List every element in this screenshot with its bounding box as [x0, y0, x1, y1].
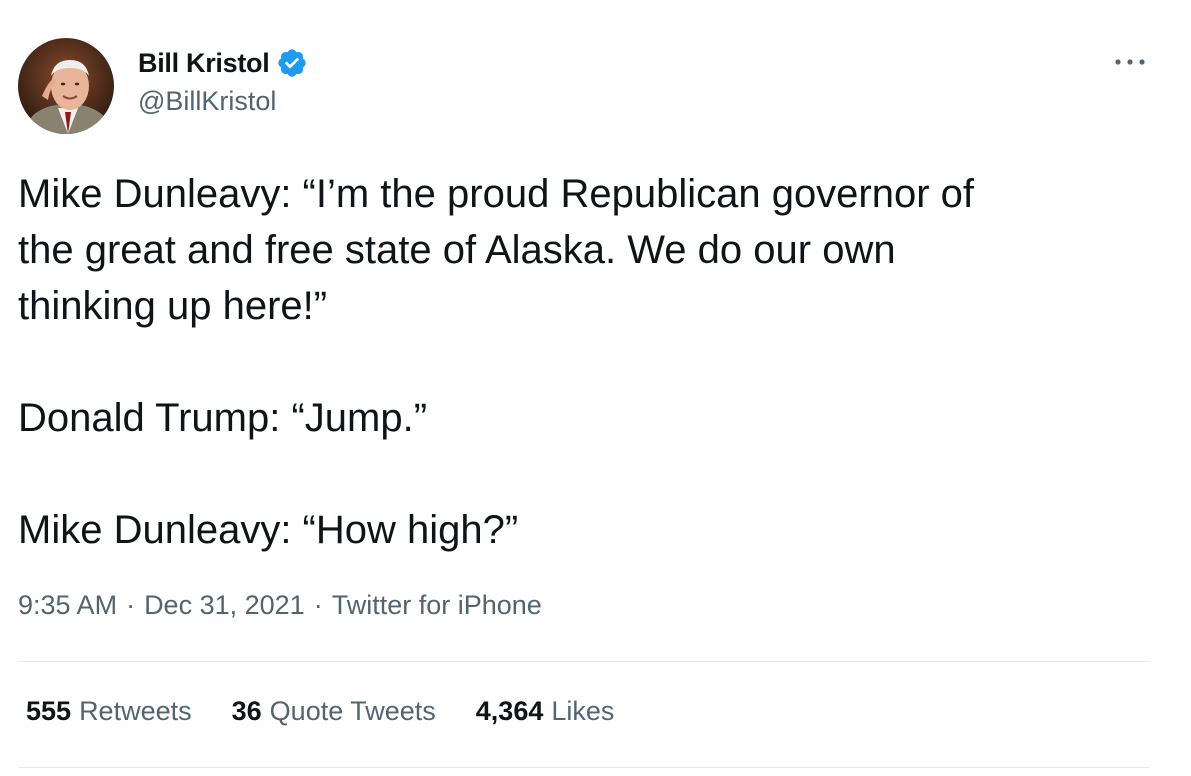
author-avatar[interactable] [18, 38, 114, 134]
quote-tweets-stat[interactable]: 36 Quote Tweets [232, 696, 436, 727]
divider [18, 661, 1150, 662]
tweet-paragraph: Donald Trump: “Jump.” [18, 396, 428, 440]
likes-stat[interactable]: 4,364 Likes [476, 696, 615, 727]
tweet-card: Bill Kristol @BillKristol Mike Dunleavy:… [0, 0, 1191, 776]
more-options-icon[interactable] [1112, 52, 1148, 72]
avatar-photo [18, 38, 114, 134]
tweet-time[interactable]: 9:35 AM [18, 590, 117, 621]
tweet-text: Mike Dunleavy: “I’m the proud Republican… [18, 166, 1158, 558]
tweet-stats: 555 Retweets 36 Quote Tweets 4,364 Likes [26, 696, 654, 727]
retweets-label: Retweets [79, 696, 192, 726]
meta-separator: · [126, 590, 136, 620]
quote-tweets-label: Quote Tweets [269, 696, 436, 726]
meta-separator: · [313, 590, 323, 620]
likes-label: Likes [551, 696, 615, 726]
author-handle[interactable]: @BillKristol [138, 86, 276, 117]
tweet-date[interactable]: Dec 31, 2021 [144, 590, 305, 621]
verified-badge-icon [276, 47, 308, 79]
tweet-paragraph: Mike Dunleavy: “I’m the proud Republican… [18, 172, 975, 328]
author-display-name[interactable]: Bill Kristol [138, 48, 270, 79]
author-name-row[interactable]: Bill Kristol [138, 46, 308, 80]
retweets-stat[interactable]: 555 Retweets [26, 696, 192, 727]
retweets-count: 555 [26, 696, 72, 726]
tweet-paragraph: Mike Dunleavy: “How high?” [18, 508, 519, 552]
likes-count: 4,364 [475, 696, 544, 726]
tweet-meta: 9:35 AM · Dec 31, 2021 · Twitter for iPh… [18, 590, 542, 621]
tweet-source[interactable]: Twitter for iPhone [332, 590, 542, 621]
quote-tweets-count: 36 [231, 696, 262, 726]
divider [18, 767, 1150, 768]
